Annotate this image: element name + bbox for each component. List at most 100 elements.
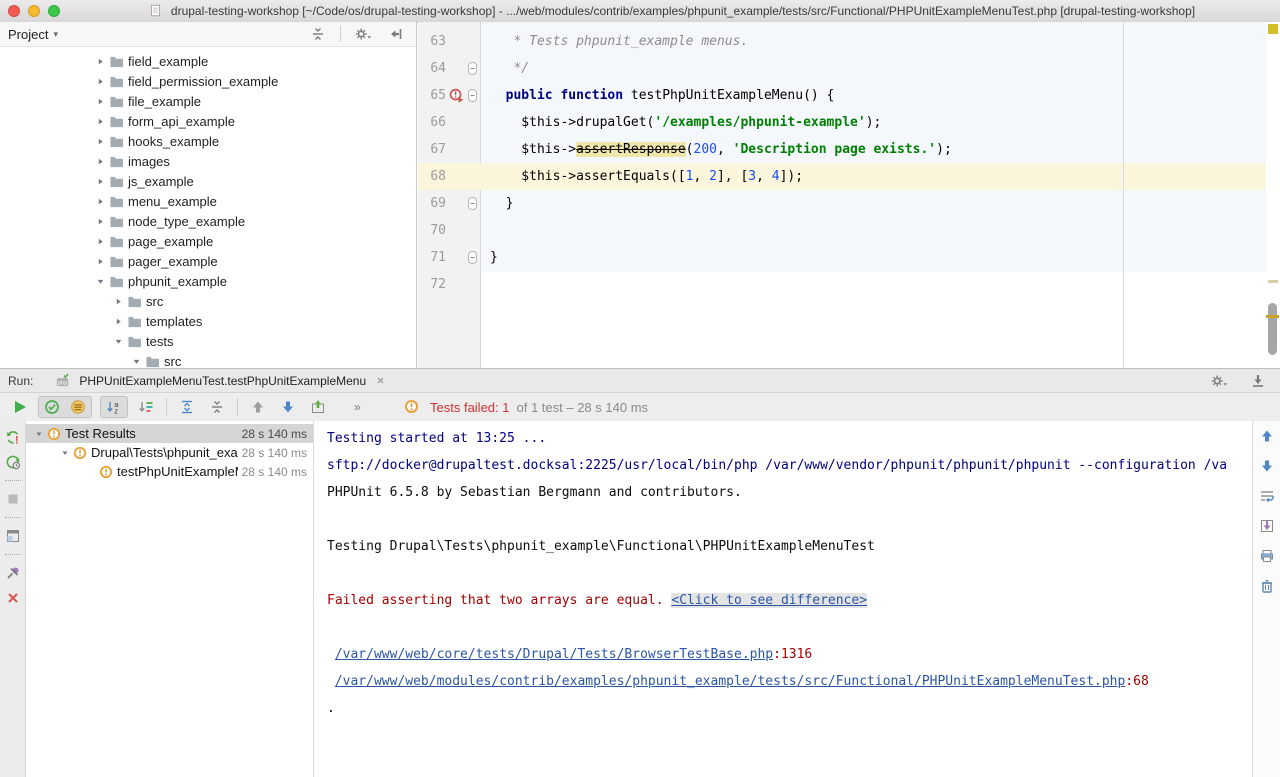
tree-item-src[interactable]: src — [0, 291, 416, 311]
soft-wrap-icon[interactable] — [1255, 486, 1279, 506]
chevron-right-icon[interactable] — [96, 257, 105, 266]
sort-alphabetically-icon[interactable]: az — [101, 397, 127, 417]
chevron-right-icon[interactable] — [96, 117, 105, 126]
tree-item-images[interactable]: images — [0, 151, 416, 171]
close-icon[interactable] — [1, 588, 25, 608]
project-panel-title[interactable]: Project — [8, 27, 48, 42]
tree-item-phpunit_example[interactable]: phpunit_example — [0, 271, 416, 291]
tab-close-icon[interactable] — [371, 373, 390, 388]
tree-item-tests[interactable]: tests — [0, 331, 416, 351]
fold-marker-icon[interactable] — [468, 62, 477, 75]
stripe-warning-mark[interactable] — [1268, 280, 1278, 283]
chevron-right-icon[interactable] — [114, 297, 123, 306]
tree-item-field_permission_example[interactable]: field_permission_example — [0, 71, 416, 91]
tree-item-src[interactable]: src — [0, 351, 416, 368]
line-number: 66 — [418, 109, 446, 136]
test-tree-row[interactable]: Drupal\Tests\phpunit_example\Functional\… — [26, 443, 313, 462]
settings-icon[interactable] — [1207, 371, 1231, 391]
chevron-right-icon[interactable] — [96, 177, 105, 186]
console-text: Testing Drupal\Tests\phpunit_example\Fun… — [327, 539, 875, 554]
test-duration: 28 s 140 ms — [238, 446, 313, 460]
previous-failed-icon[interactable] — [246, 397, 270, 417]
test-tree-row[interactable]: Test Results28 s 140 ms — [26, 424, 313, 443]
sort-by-duration-icon[interactable] — [134, 397, 158, 417]
run-tab[interactable]: php PHPUnitExampleMenuTest.testPhpUnitEx… — [45, 369, 396, 392]
chevron-down-icon[interactable] — [56, 449, 73, 457]
chevron-down-icon[interactable] — [114, 337, 123, 346]
console-link[interactable]: /var/www/web/core/tests/Drupal/Tests/Bro… — [335, 647, 773, 662]
settings-icon[interactable] — [351, 24, 375, 44]
toggle-auto-test-icon[interactable] — [1, 452, 25, 472]
next-failed-icon[interactable] — [276, 397, 300, 417]
chevron-down-icon[interactable] — [30, 430, 47, 438]
expand-all-icon[interactable] — [175, 397, 199, 417]
tree-item-form_api_example[interactable]: form_api_example — [0, 111, 416, 131]
line-number: 71 — [418, 244, 446, 271]
chevron-right-icon[interactable] — [96, 137, 105, 146]
run-tool-window: Run: php PHPUnitExampleMenuTest.testPhpU… — [0, 368, 1280, 777]
close-window-button[interactable] — [8, 5, 20, 17]
chevron-down-icon[interactable] — [96, 277, 105, 286]
tree-item-js_example[interactable]: js_example — [0, 171, 416, 191]
chevron-right-icon[interactable] — [96, 77, 105, 86]
inspection-indicator-icon[interactable] — [1268, 24, 1278, 34]
console-link[interactable]: <Click to see difference> — [671, 593, 867, 608]
fold-marker-icon[interactable] — [468, 197, 477, 210]
chevron-right-icon[interactable] — [96, 97, 105, 106]
fold-marker-icon[interactable] — [468, 89, 477, 102]
editor-scrollbar-thumb[interactable] — [1268, 303, 1277, 355]
rerun-failed-icon[interactable]: ! — [1, 427, 25, 447]
tree-item-field_example[interactable]: field_example — [0, 51, 416, 71]
warning-icon-host — [400, 397, 423, 417]
filter-cluster — [38, 396, 92, 418]
hide-down-icon[interactable] — [1246, 371, 1270, 391]
test-console[interactable]: Testing started at 13:25 ...sftp://docke… — [314, 421, 1252, 777]
hide-left-icon[interactable] — [384, 24, 408, 44]
zoom-window-button[interactable] — [48, 5, 60, 17]
print-icon[interactable] — [1255, 546, 1279, 566]
console-line — [327, 560, 1252, 587]
console-link[interactable]: /var/www/web/modules/contrib/examples/ph… — [335, 674, 1126, 689]
folder-icon — [141, 355, 164, 368]
minimize-window-button[interactable] — [28, 5, 40, 17]
restore-layout-icon[interactable] — [1, 526, 25, 546]
tree-item-menu_example[interactable]: menu_example — [0, 191, 416, 211]
show-passed-icon[interactable] — [39, 397, 65, 417]
chevron-down-icon[interactable] — [132, 357, 141, 366]
stop-icon[interactable] — [1, 489, 25, 509]
show-ignored-icon[interactable] — [65, 397, 91, 417]
rerun-icon[interactable] — [8, 397, 32, 417]
editor-error-stripe[interactable] — [1266, 22, 1280, 368]
gutter-line-65: 65 — [418, 82, 481, 109]
gutter-line-71: 71 — [418, 244, 481, 271]
collapse-all-icon[interactable] — [306, 24, 330, 44]
test-tree-row[interactable]: testPhpUnitExampleMenu28 s 140 ms — [26, 462, 313, 481]
chevron-right-icon[interactable] — [114, 317, 123, 326]
scroll-to-end-icon[interactable] — [1255, 516, 1279, 536]
tree-item-templates[interactable]: templates — [0, 311, 416, 331]
tree-item-pager_example[interactable]: pager_example — [0, 251, 416, 271]
folder-icon — [123, 295, 146, 308]
chevron-right-icon[interactable] — [96, 237, 105, 246]
chevron-right-icon[interactable] — [96, 217, 105, 226]
tree-item-hooks_example[interactable]: hooks_example — [0, 131, 416, 151]
editor[interactable]: 63646566676869707172 * Tests phpunit_exa… — [418, 22, 1280, 368]
failed-test-icon[interactable] — [449, 88, 464, 103]
console-line: /var/www/web/core/tests/Drupal/Tests/Bro… — [327, 641, 1252, 668]
chevrons-icon[interactable]: » — [348, 397, 372, 417]
tree-item-node_type_example[interactable]: node_type_example — [0, 211, 416, 231]
clear-all-icon[interactable] — [1255, 576, 1279, 596]
scroll-down-icon[interactable] — [1255, 456, 1279, 476]
fold-marker-icon[interactable] — [468, 251, 477, 264]
chevron-right-icon[interactable] — [96, 197, 105, 206]
chevron-right-icon[interactable] — [96, 157, 105, 166]
folder-icon — [105, 235, 128, 248]
chevron-right-icon[interactable] — [96, 57, 105, 66]
export-results-icon[interactable] — [306, 397, 330, 417]
collapse-all-icon[interactable] — [205, 397, 229, 417]
tree-item-page_example[interactable]: page_example — [0, 231, 416, 251]
tree-item-file_example[interactable]: file_example — [0, 91, 416, 111]
scroll-up-icon[interactable] — [1255, 426, 1279, 446]
stripe-warning-mark-2[interactable] — [1266, 315, 1279, 318]
pin-icon[interactable] — [1, 563, 25, 583]
